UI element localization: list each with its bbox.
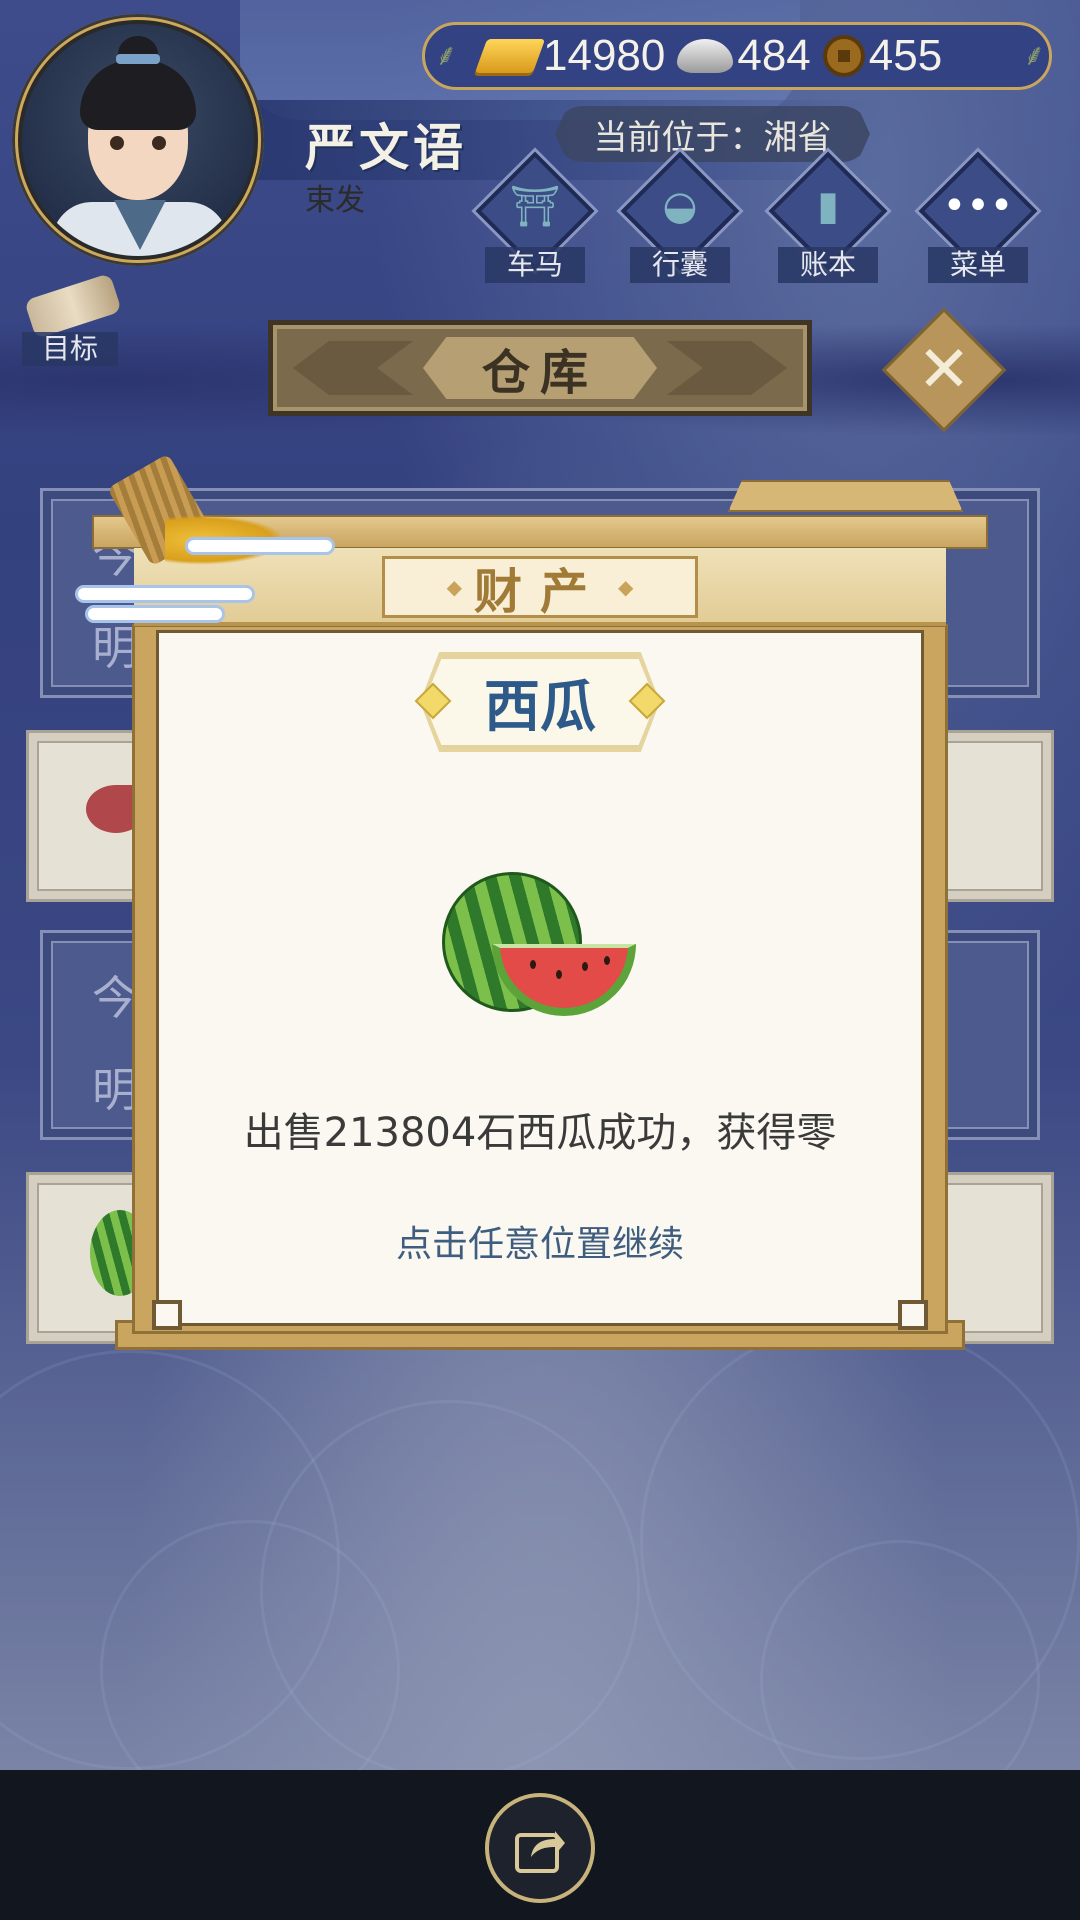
copper-amount: 455 (868, 31, 943, 80)
nav-carriage-label: 车马 (485, 247, 585, 283)
bamboo-right-icon: ⸙ (1023, 38, 1046, 73)
watermelon-icon (440, 870, 640, 1030)
gold-currency: 14980 (474, 31, 666, 81)
corner-deco (898, 1300, 928, 1330)
close-icon[interactable]: ✕ (900, 326, 988, 414)
share-button[interactable] (485, 1793, 595, 1903)
plaque-dot-icon: ◆ (618, 575, 634, 599)
player-avatar[interactable] (12, 14, 264, 266)
avatar-portrait (18, 20, 258, 260)
avatar-headband (116, 54, 160, 64)
copper-coin-icon (822, 35, 865, 77)
item-name: 西瓜 (424, 656, 656, 748)
warehouse-title-banner: 仓库 (268, 320, 812, 416)
currency-bar: ⸙ 14980 484 455 ⸙ (422, 22, 1052, 90)
warehouse-title: 仓库 (423, 337, 657, 399)
nav-ledger-button[interactable]: ▮ 账本 (768, 151, 888, 285)
plaque-dot-icon: ◆ (446, 575, 462, 599)
gold-amount: 14980 (543, 31, 666, 80)
carriage-icon: ⛩ (509, 184, 561, 230)
cloud-puff (185, 537, 335, 555)
avatar-eye (110, 136, 124, 150)
nav-carriage-button[interactable]: ⛩ 车马 (475, 151, 595, 285)
bamboo-left-icon: ⸙ (435, 38, 458, 73)
wheat-bundle-icon (75, 453, 335, 623)
silver-ingot-icon (677, 39, 734, 73)
title-arrow-right (667, 341, 787, 395)
seed (582, 962, 588, 971)
seed (556, 970, 562, 979)
corner-deco (152, 1300, 182, 1330)
title-arrow-left (293, 341, 413, 395)
ledger-icon: ▮ (816, 183, 839, 229)
goal-button[interactable]: 目标 (14, 273, 124, 370)
seed (530, 960, 536, 969)
nav-menu-button[interactable]: ••• 菜单 (918, 151, 1038, 285)
player-name: 严文语 (305, 119, 467, 177)
player-rank: 束发 (305, 183, 365, 218)
bag-icon: ◒ (662, 183, 698, 229)
silver-currency: 484 (677, 31, 811, 81)
nav-bag-label: 行囊 (630, 247, 730, 283)
copper-currency: 455 (822, 31, 943, 81)
gold-ingot-icon (474, 39, 546, 73)
menu-icon: ••• (942, 183, 1014, 229)
nav-bag-button[interactable]: ◒ 行囊 (620, 151, 740, 285)
scroll-cap (728, 480, 963, 512)
modal-header-plaque: ◆ 财产 ◆ (382, 556, 698, 620)
location-label: 当前位于：湘省 (555, 106, 870, 162)
avatar-eye (152, 136, 166, 150)
nav-menu-label: 菜单 (928, 247, 1028, 283)
share-icon (515, 1831, 565, 1873)
cloud-puff (75, 585, 255, 603)
modal-header-title: 财产 (473, 564, 606, 620)
sale-result-message: 出售213804石西瓜成功，获得零 (243, 1110, 837, 1156)
cloud-puff (85, 605, 225, 623)
seed (604, 956, 610, 965)
scroll-icon (24, 273, 122, 339)
silver-amount: 484 (737, 31, 811, 80)
nav-ledger-label: 账本 (778, 247, 878, 283)
goal-label: 目标 (22, 332, 118, 366)
continue-hint[interactable]: 点击任意位置继续 (156, 1215, 924, 1267)
